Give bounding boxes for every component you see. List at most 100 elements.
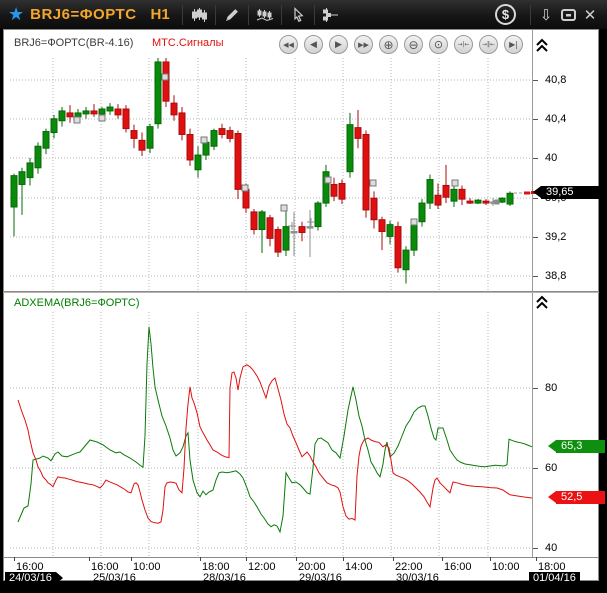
candle — [443, 165, 449, 203]
candle — [211, 129, 217, 151]
signal-marker — [325, 177, 331, 183]
signal-marker — [281, 205, 287, 211]
signal-marker — [201, 137, 207, 143]
candle — [11, 174, 17, 237]
price-axis-tick — [533, 80, 538, 81]
minimize-icon[interactable] — [557, 4, 579, 26]
candle — [163, 58, 169, 107]
favorite-star-icon[interactable]: ★ — [8, 4, 24, 25]
signal-marker — [370, 180, 376, 186]
draw-pencil-icon[interactable] — [220, 4, 244, 26]
candle — [67, 105, 73, 123]
candle — [467, 198, 473, 204]
candle — [83, 107, 89, 119]
last-price-dash — [524, 192, 530, 195]
zoom-out-button[interactable]: ⊖ — [404, 35, 423, 54]
indicator-axis-tick — [533, 388, 538, 389]
signal-marker — [411, 219, 417, 225]
candlestick-tool-icon[interactable] — [187, 4, 211, 26]
indicator-axis-label: 60 — [545, 462, 557, 474]
signal-marker — [99, 115, 105, 121]
candle — [251, 209, 257, 234]
time-tick — [393, 557, 394, 561]
close-icon[interactable]: ✕ — [579, 6, 601, 24]
price-axis-tick — [533, 276, 538, 277]
compress-scale-button[interactable]: →|← — [454, 35, 473, 54]
candle — [123, 105, 129, 132]
time-tick — [14, 557, 15, 561]
signal-filled-marker — [495, 200, 500, 205]
candle — [427, 175, 433, 209]
title-bar: ★ BRJ6=ФОРТС H1 — [0, 0, 607, 29]
indicator-grid-layer — [10, 312, 532, 556]
scroll-left-fast-button[interactable]: ◀◀ — [279, 35, 298, 54]
candle — [307, 210, 313, 257]
candle — [275, 227, 281, 257]
candle — [419, 199, 425, 226]
time-label: 12:00 — [248, 561, 276, 573]
expand-scale-button[interactable]: →‖← — [479, 35, 498, 54]
price-axis-tick — [533, 158, 538, 159]
candle — [35, 142, 41, 173]
axis-border — [532, 29, 533, 557]
candle — [315, 201, 321, 230]
indicator-red-tag: 52,5 — [556, 491, 605, 504]
candle — [371, 191, 377, 228]
candle — [507, 191, 513, 206]
price-axis-label: 40,4 — [545, 113, 566, 125]
indicator-axis-label: 40 — [545, 542, 557, 554]
indicator-chart-icon[interactable] — [253, 4, 277, 26]
candle — [227, 127, 233, 143]
date-label: 25/03/16 — [93, 572, 136, 584]
time-label: 10:00 — [133, 561, 161, 573]
time-label: 10:00 — [492, 561, 520, 573]
candle — [395, 222, 401, 273]
scroll-left-button[interactable]: ◀ — [304, 35, 323, 54]
toolbar-separator — [248, 5, 249, 25]
collapse-indicator-panel-icon[interactable] — [535, 295, 549, 310]
time-tick — [200, 557, 201, 561]
candle — [363, 131, 369, 218]
zoom-area-button[interactable]: ⊙ — [429, 35, 448, 54]
indicator-red-value: 52,5 — [561, 491, 582, 503]
toolbar-separator — [215, 5, 216, 25]
scroll-right-button[interactable]: ▶ — [329, 35, 348, 54]
time-tick — [536, 557, 537, 561]
candle — [459, 185, 465, 205]
adx-red-line — [18, 365, 532, 523]
candle — [43, 129, 49, 154]
dollar-icon[interactable]: $ — [495, 4, 516, 25]
price-chart-plot[interactable] — [10, 58, 532, 291]
date-label: 01/04/16 — [529, 572, 580, 584]
signal-marker — [452, 180, 458, 186]
candle — [19, 168, 25, 215]
candle — [219, 124, 225, 139]
collapse-price-panel-icon[interactable] — [535, 38, 549, 53]
download-arrow-icon[interactable]: ⇩ — [535, 6, 557, 24]
time-label: 14:00 — [345, 561, 373, 573]
signal-marker — [162, 74, 168, 80]
signal-marker — [74, 117, 80, 123]
indicator-plot[interactable] — [10, 312, 532, 556]
price-axis-label: 40,8 — [545, 74, 566, 86]
candles-layer — [11, 58, 513, 283]
current-price-tag: 39,65 — [541, 186, 603, 199]
price-axis-tick — [533, 237, 538, 238]
panel-divider[interactable] — [3, 291, 599, 293]
toolbar-separator — [182, 5, 183, 25]
levels-icon[interactable] — [319, 4, 343, 26]
candle — [323, 165, 329, 207]
go-to-end-button[interactable]: ▶| — [504, 35, 523, 54]
cursor-icon[interactable] — [286, 4, 310, 26]
candle — [291, 212, 297, 256]
candle — [283, 210, 289, 256]
zoom-in-button[interactable]: ⊕ — [379, 35, 398, 54]
candle — [483, 199, 489, 205]
indicator-axis-tick — [533, 548, 538, 549]
adx-green-line — [18, 327, 532, 532]
candle — [339, 180, 345, 205]
candle — [235, 131, 241, 200]
candle — [187, 129, 193, 166]
candle — [107, 103, 113, 115]
scroll-right-fast-button[interactable]: ▶▶ — [354, 35, 373, 54]
